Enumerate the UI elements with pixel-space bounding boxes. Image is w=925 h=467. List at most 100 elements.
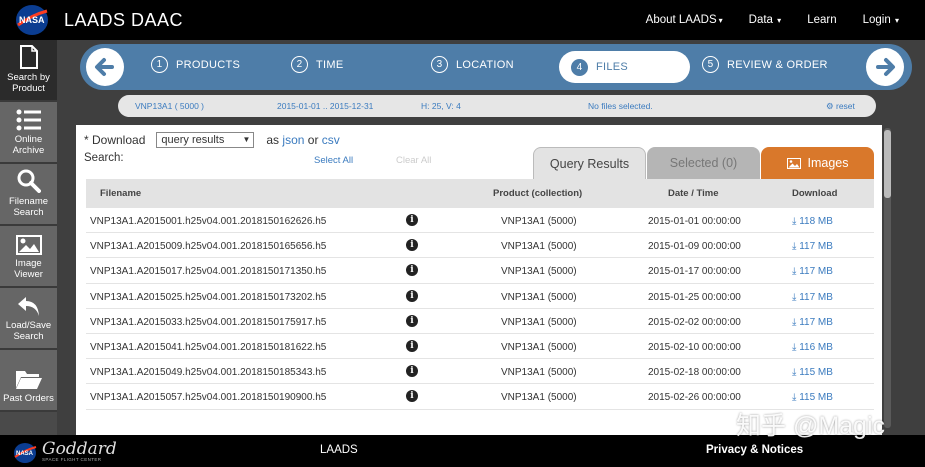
file-product: VNP13A1 (5000) bbox=[501, 316, 577, 328]
arrow-left-icon bbox=[88, 50, 122, 84]
download-scope-select[interactable]: query results ▼ bbox=[156, 132, 255, 148]
file-name: VNP13A1.A2015057.h25v04.001.201815019090… bbox=[90, 392, 327, 404]
file-name: VNP13A1.A2015009.h25v04.001.201815016565… bbox=[90, 241, 327, 253]
file-name: VNP13A1.A2015017.h25v04.001.201815017135… bbox=[90, 266, 327, 278]
info-icon[interactable]: i bbox=[406, 289, 418, 302]
document-icon bbox=[19, 45, 38, 69]
info-icon[interactable]: i bbox=[406, 214, 418, 226]
nasa-logo-icon[interactable]: NASA bbox=[14, 3, 50, 37]
sidebar-item-search-by-product[interactable]: Search by Product bbox=[0, 40, 57, 102]
download-icon: ⤓ bbox=[792, 266, 797, 278]
tab-selected[interactable]: Selected (0) bbox=[647, 147, 760, 179]
download-link[interactable]: ⤓ 117 MB bbox=[792, 317, 833, 328]
tab-query-results[interactable]: Query Results bbox=[533, 147, 646, 179]
sidebar: Search by Product Online Archive Filenam… bbox=[0, 40, 57, 435]
sidebar-item-load-save-search[interactable]: Load/Save Search bbox=[0, 288, 57, 350]
footer-privacy-link[interactable]: Privacy & Notices bbox=[706, 444, 803, 456]
table-row[interactable]: VNP13A1.A2015049.h25v04.001.201815018534… bbox=[86, 359, 874, 385]
sidebar-item-past-orders[interactable]: Past Orders bbox=[0, 350, 57, 412]
goddard-logo-subtitle: SPACE FLIGHT CENTER bbox=[42, 457, 102, 462]
step-time[interactable]: 2 TIME bbox=[291, 56, 343, 73]
file-product: VNP13A1 (5000) bbox=[501, 266, 577, 278]
file-product: VNP13A1 (5000) bbox=[501, 291, 577, 303]
info-icon[interactable]: i bbox=[406, 339, 418, 352]
download-icon: ⤓ bbox=[792, 216, 797, 227]
sidebar-item-online-archive[interactable]: Online Archive bbox=[0, 102, 57, 164]
select-all-button[interactable]: Select All bbox=[314, 155, 353, 166]
column-product[interactable]: Product (collection) bbox=[493, 188, 582, 199]
table-row[interactable]: VNP13A1.A2015009.h25v04.001.201815016565… bbox=[86, 233, 874, 259]
step-review-order[interactable]: 5 REVIEW & ORDER bbox=[702, 56, 828, 73]
file-product: VNP13A1 (5000) bbox=[501, 341, 577, 353]
clear-all-button[interactable]: Clear All bbox=[396, 155, 431, 166]
magnifier-icon bbox=[17, 169, 41, 193]
summary-date-range[interactable]: 2015-01-01 .. 2015-12-31 bbox=[277, 101, 373, 111]
step-files[interactable]: 4 FILES bbox=[559, 51, 690, 83]
file-datetime: 2015-02-10 00:00:00 bbox=[648, 341, 741, 353]
download-link[interactable]: ⤓ 117 MB bbox=[792, 266, 833, 277]
download-link[interactable]: ⤓ 117 MB bbox=[792, 292, 833, 303]
table-row[interactable]: VNP13A1.A2015001.h25v04.001.201815016262… bbox=[86, 208, 874, 234]
table-row[interactable]: VNP13A1.A2015033.h25v04.001.201815017591… bbox=[86, 309, 874, 334]
table-row[interactable]: VNP13A1.A2015025.h25v04.001.201815017320… bbox=[86, 284, 874, 309]
file-datetime: 2015-01-25 00:00:00 bbox=[648, 291, 741, 303]
reset-button[interactable]: ⚙ reset bbox=[826, 101, 855, 112]
svg-text:NASA: NASA bbox=[16, 451, 34, 457]
footer-laads-link[interactable]: LAADS bbox=[320, 444, 358, 456]
table-row[interactable]: VNP13A1.A2015017.h25v04.001.201815017135… bbox=[86, 258, 874, 284]
summary-tile[interactable]: H: 25, V: 4 bbox=[421, 101, 461, 111]
file-product: VNP13A1 (5000) bbox=[501, 241, 577, 253]
download-link[interactable]: ⤓ 115 MB bbox=[792, 367, 833, 378]
step-location[interactable]: 3 LOCATION bbox=[431, 56, 514, 73]
search-label: Search: bbox=[84, 152, 124, 164]
file-name: VNP13A1.A2015041.h25v04.001.201815018162… bbox=[90, 341, 327, 353]
download-link[interactable]: ⤓ 115 MB bbox=[792, 392, 833, 403]
nasa-logo-icon[interactable]: NASA bbox=[13, 442, 37, 464]
image-icon bbox=[15, 235, 42, 255]
nav-about-laads[interactable]: About LAADS ▾ bbox=[646, 14, 723, 26]
previous-step-button[interactable] bbox=[86, 48, 124, 86]
download-json-link[interactable]: json bbox=[282, 133, 304, 147]
download-link[interactable]: ⤓ 117 MB bbox=[792, 241, 833, 252]
nav-login[interactable]: Login ▾ bbox=[863, 14, 899, 26]
caret-down-icon: ▾ bbox=[892, 16, 899, 25]
column-filename[interactable]: Filename bbox=[100, 188, 141, 199]
info-icon[interactable]: i bbox=[406, 264, 418, 277]
summary-files-status: No files selected. bbox=[588, 101, 653, 111]
column-datetime[interactable]: Date / Time bbox=[668, 188, 719, 199]
download-link[interactable]: ⤓ 116 MB bbox=[792, 342, 833, 353]
download-csv-link[interactable]: csv bbox=[322, 133, 340, 147]
nav-learn[interactable]: Learn bbox=[807, 14, 836, 26]
nav-data[interactable]: Data ▾ bbox=[749, 14, 782, 26]
file-product: VNP13A1 (5000) bbox=[501, 216, 577, 227]
top-nav: About LAADS ▾ Data ▾ Learn Login ▾ bbox=[646, 0, 925, 40]
scrollbar-thumb[interactable] bbox=[884, 130, 891, 198]
info-icon[interactable]: i bbox=[406, 239, 418, 252]
next-step-button[interactable] bbox=[866, 48, 904, 86]
download-icon: ⤓ bbox=[792, 291, 797, 303]
info-icon[interactable]: i bbox=[406, 314, 418, 327]
file-name: VNP13A1.A2015049.h25v04.001.201815018534… bbox=[90, 367, 327, 379]
file-datetime: 2015-02-18 00:00:00 bbox=[648, 367, 741, 379]
file-datetime: 2015-01-01 00:00:00 bbox=[648, 216, 741, 227]
svg-text:NASA: NASA bbox=[19, 15, 45, 25]
tab-images[interactable]: Images bbox=[761, 147, 874, 179]
step-products[interactable]: 1 PRODUCTS bbox=[151, 56, 240, 73]
sidebar-item-filename-search[interactable]: Filename Search bbox=[0, 164, 57, 226]
summary-product[interactable]: VNP13A1 ( 5000 ) bbox=[135, 101, 204, 111]
undo-icon bbox=[17, 297, 39, 316]
info-icon[interactable]: i bbox=[406, 390, 418, 403]
info-icon[interactable]: i bbox=[406, 365, 418, 378]
file-name: VNP13A1.A2015001.h25v04.001.201815016262… bbox=[90, 216, 327, 227]
list-icon bbox=[16, 109, 41, 131]
caret-down-icon: ▼ bbox=[242, 135, 251, 144]
results-table-body: VNP13A1.A2015001.h25v04.001.201815016262… bbox=[86, 208, 874, 410]
download-link[interactable]: ⤓ 118 MB bbox=[792, 216, 833, 227]
goddard-logo[interactable]: Goddard bbox=[42, 439, 117, 459]
download-icon: ⤓ bbox=[792, 367, 797, 379]
file-datetime: 2015-01-17 00:00:00 bbox=[648, 266, 741, 278]
table-row[interactable]: VNP13A1.A2015041.h25v04.001.201815018162… bbox=[86, 334, 874, 360]
file-datetime: 2015-02-02 00:00:00 bbox=[648, 316, 741, 328]
sidebar-item-image-viewer[interactable]: Image Viewer bbox=[0, 226, 57, 288]
app-title[interactable]: LAADS DAAC bbox=[64, 10, 183, 31]
